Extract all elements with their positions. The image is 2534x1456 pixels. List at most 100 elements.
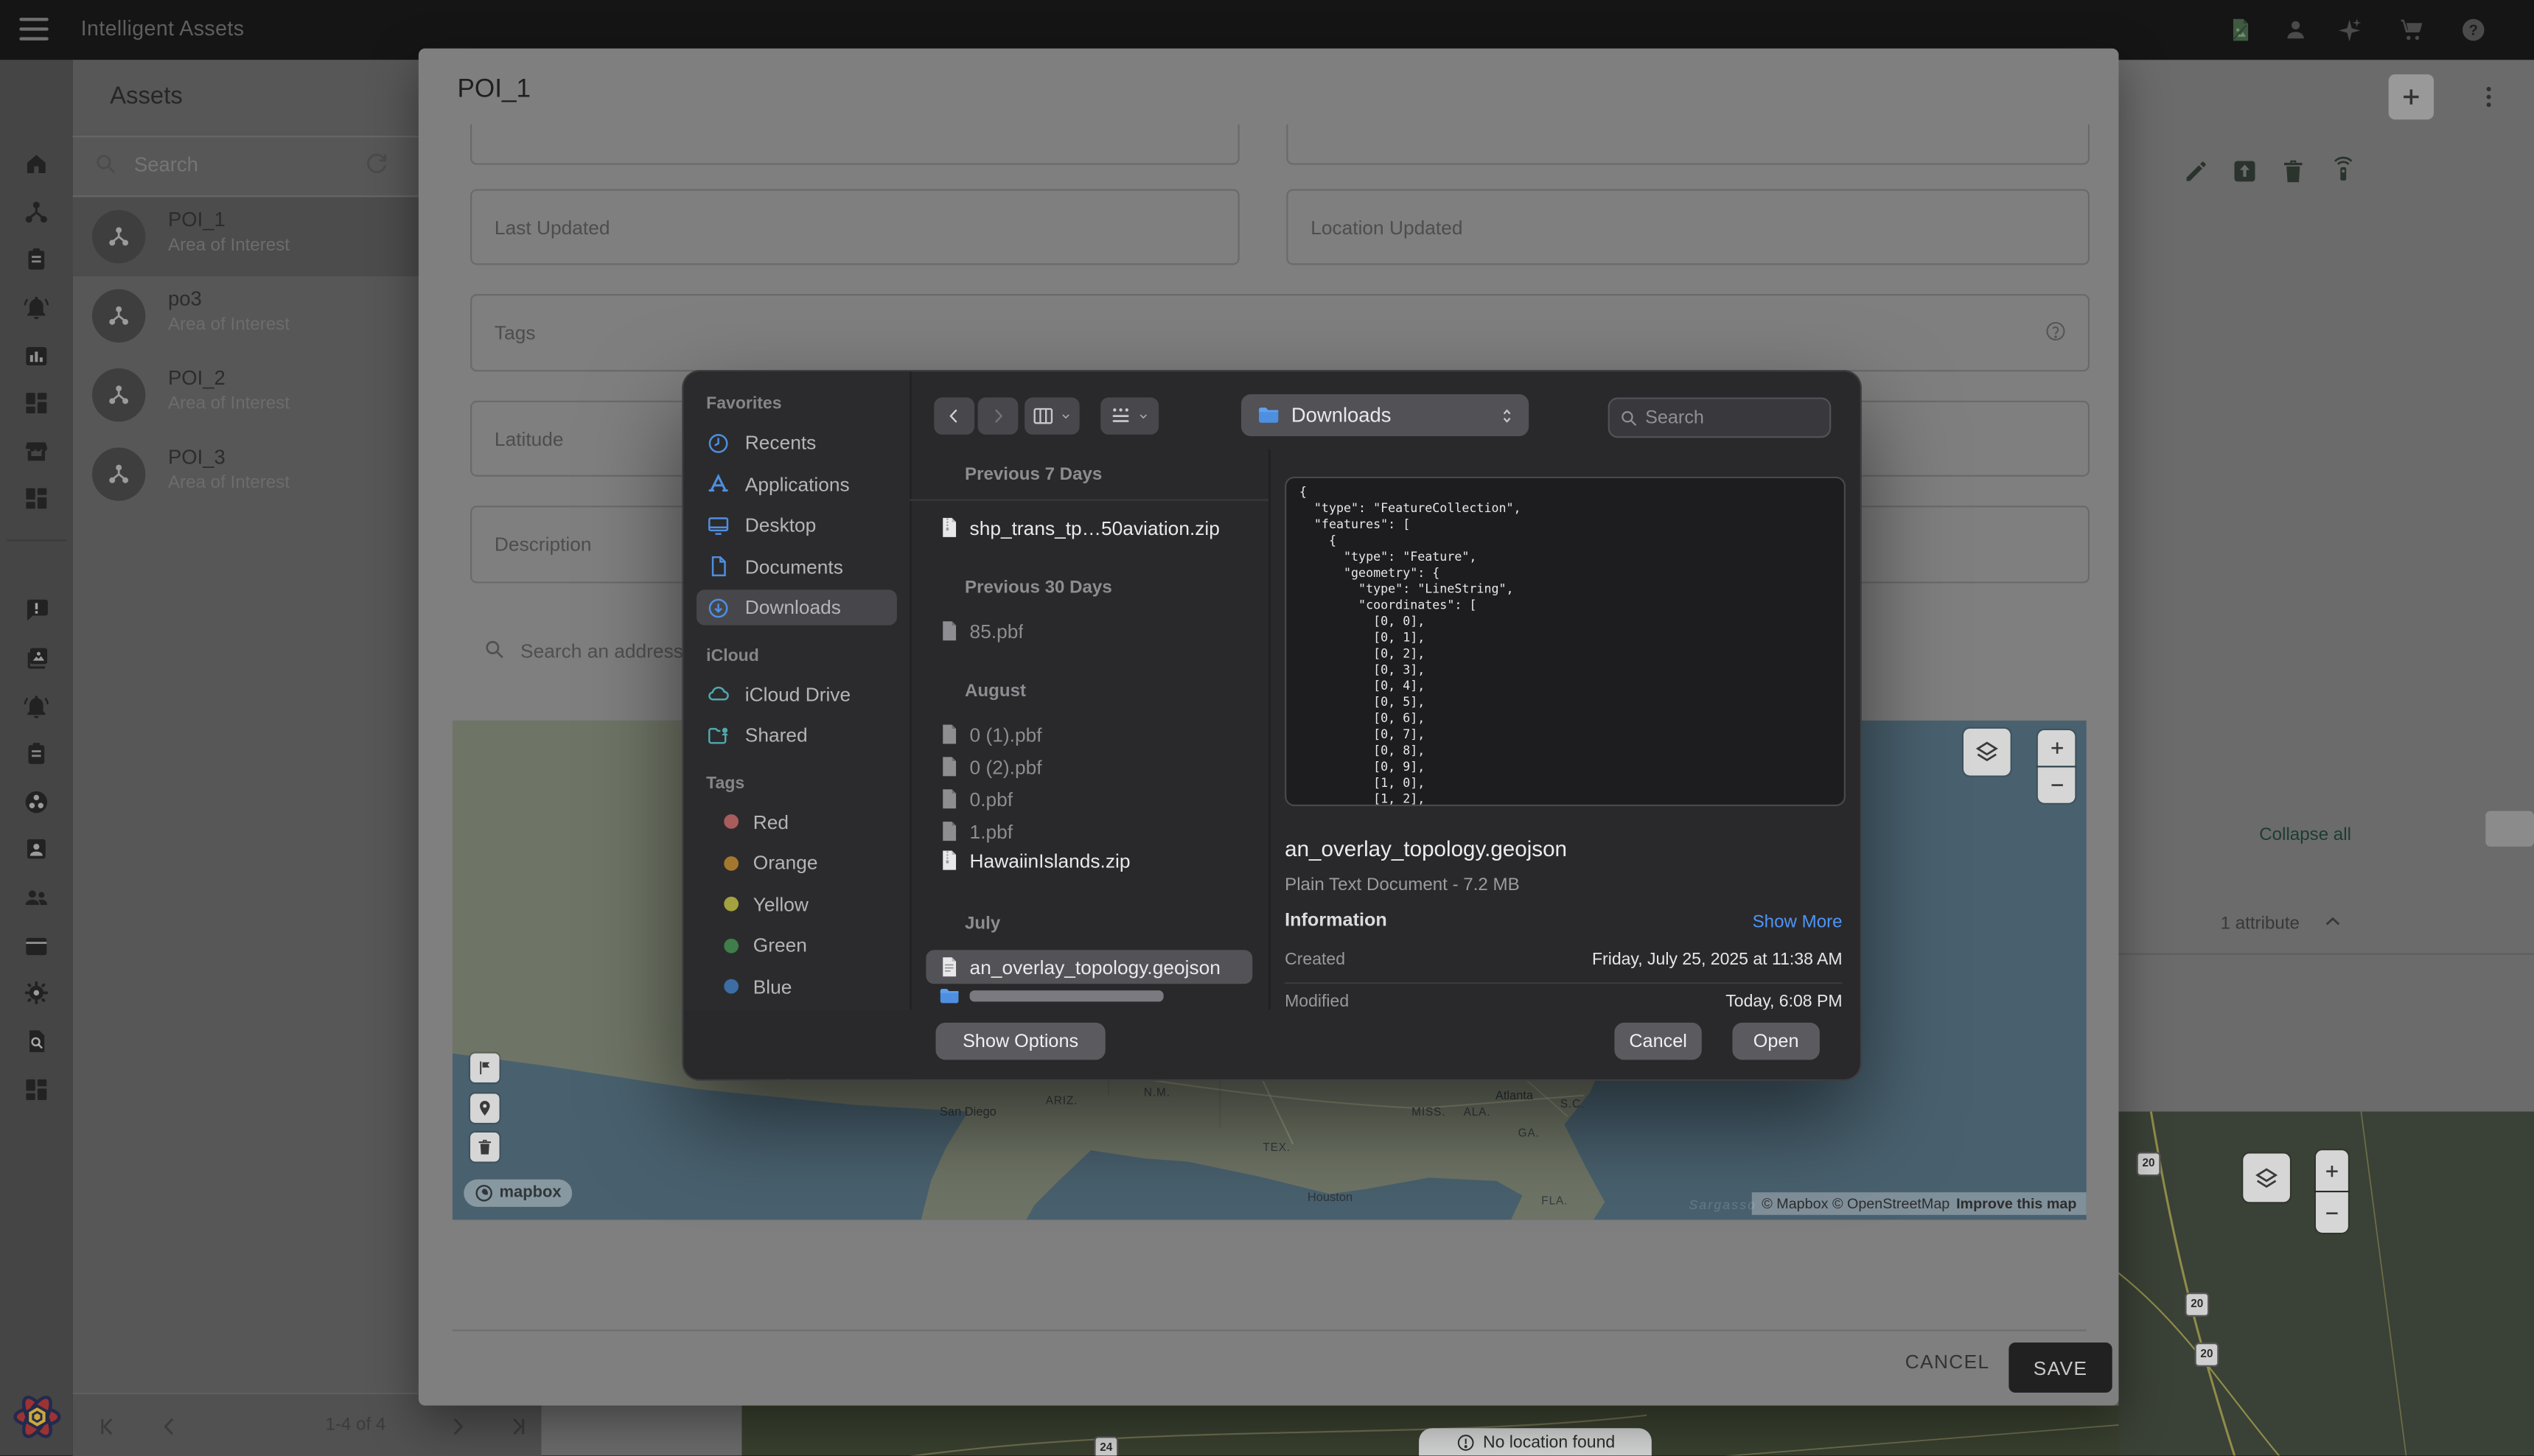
rail-store-icon[interactable] xyxy=(23,438,50,465)
upload-icon[interactable] xyxy=(2230,157,2259,186)
rail-bell-icon[interactable] xyxy=(23,693,50,721)
last-page-icon[interactable] xyxy=(504,1414,530,1440)
sidebar-item-green[interactable]: Green xyxy=(697,928,897,963)
sidebar-item-orange[interactable]: Orange xyxy=(697,845,897,881)
rail-dashboard-icon[interactable] xyxy=(23,389,50,416)
sidebar-item-desktop[interactable]: Desktop xyxy=(697,507,897,542)
help-icon[interactable]: ? xyxy=(2460,16,2487,43)
rail-bell-icon[interactable] xyxy=(23,294,50,321)
sidebar-item-downloads[interactable]: Downloads xyxy=(697,589,897,625)
rail-chat-alert-icon[interactable] xyxy=(23,596,50,623)
add-asset-button[interactable] xyxy=(2389,74,2434,119)
refresh-icon[interactable] xyxy=(363,150,389,176)
file-row[interactable]: shp_trans_tp…50aviation.zip xyxy=(926,511,1252,545)
rail-dashboard-icon[interactable] xyxy=(23,485,50,512)
sidebar-item-red[interactable]: Red xyxy=(697,804,897,839)
sidebar-item-applications[interactable]: Applications xyxy=(697,466,897,502)
rail-photo-icon[interactable] xyxy=(23,645,50,672)
collapse-all-link[interactable]: Collapse all xyxy=(2259,825,2351,844)
sidebar-item-documents[interactable]: Documents xyxy=(697,548,897,584)
dialog-cancel-button[interactable]: Cancel xyxy=(1614,1023,1701,1060)
show-more-link[interactable]: Show More xyxy=(1285,913,1842,932)
rail-webasset-icon[interactable] xyxy=(23,932,50,959)
first-icon[interactable] xyxy=(95,1414,121,1440)
rail-clipboard-icon[interactable] xyxy=(23,740,50,767)
kebab-menu-icon[interactable] xyxy=(2474,83,2503,111)
map-delete-tool[interactable] xyxy=(470,1133,499,1161)
map-zoom-out-button[interactable] xyxy=(2038,767,2075,802)
rail-groupwork-icon[interactable] xyxy=(23,788,50,816)
sidebar-item-shared[interactable]: Shared xyxy=(697,718,897,753)
asset-list-item[interactable]: po3Area of Interest xyxy=(73,276,420,355)
map-layers-button[interactable] xyxy=(2243,1154,2290,1203)
finder-search-input[interactable]: Search xyxy=(1608,397,1832,438)
assets-search-input[interactable]: Search xyxy=(73,136,420,195)
asset-list-item[interactable]: POI_2Area of Interest xyxy=(73,355,420,434)
chev-up-icon[interactable] xyxy=(2322,911,2344,933)
tags-field[interactable]: Tags xyxy=(470,294,2090,371)
asset-list-item[interactable]: POI_1Area of Interest xyxy=(73,197,420,276)
sidebar-item-yellow[interactable]: Yellow xyxy=(697,886,897,922)
previous-page-icon[interactable] xyxy=(157,1414,183,1440)
user-icon[interactable] xyxy=(2282,16,2309,43)
sensor-icon[interactable] xyxy=(2329,155,2358,183)
delete-icon[interactable] xyxy=(2279,157,2308,186)
help-icon[interactable] xyxy=(2045,320,2067,343)
show-options-button[interactable]: Show Options xyxy=(936,1023,1106,1060)
next-page-icon[interactable] xyxy=(444,1414,470,1440)
map-flag-tool[interactable] xyxy=(470,1054,499,1082)
edit-icon[interactable] xyxy=(2182,157,2210,186)
cancel-button[interactable]: CANCEL xyxy=(1902,1343,1993,1382)
map-zoom-out-button[interactable] xyxy=(2316,1192,2348,1233)
chevron-up-icon[interactable] xyxy=(2322,911,2344,933)
dialog-open-button[interactable]: Open xyxy=(1732,1023,1819,1060)
map-zoom-in-button[interactable] xyxy=(2316,1150,2348,1191)
rail-home-icon[interactable] xyxy=(23,150,50,178)
file-row[interactable]: 0.pbf xyxy=(926,782,1252,816)
cart-icon[interactable] xyxy=(2398,16,2426,43)
sparkle-icon[interactable] xyxy=(2336,16,2364,43)
export-image-icon[interactable] xyxy=(2227,16,2254,43)
save-button[interactable]: SAVE xyxy=(2008,1343,2112,1393)
rail-clipboard-icon[interactable] xyxy=(23,245,50,273)
question-icon[interactable] xyxy=(2045,320,2067,343)
upload-box-icon[interactable] xyxy=(2230,157,2259,186)
location-dropdown[interactable]: Downloads xyxy=(1241,394,1529,436)
sidebar-item-recents[interactable]: Recents xyxy=(697,425,897,461)
column-view-button[interactable] xyxy=(1025,397,1080,434)
kebab-icon[interactable] xyxy=(2474,83,2503,111)
back-button[interactable] xyxy=(934,397,974,434)
menu-icon[interactable] xyxy=(19,18,48,41)
rail-people-icon[interactable] xyxy=(23,883,50,911)
file-row[interactable]: 0 (1).pbf xyxy=(926,718,1252,752)
forward-button[interactable] xyxy=(978,397,1019,434)
map-layers-button[interactable] xyxy=(1964,729,2011,776)
file-row[interactable]: 0 (2).pbf xyxy=(926,749,1252,783)
rail-docsearch-icon[interactable] xyxy=(23,1027,50,1054)
improve-map-link[interactable]: Improve this map xyxy=(1956,1196,2076,1212)
group-view-button[interactable] xyxy=(1100,397,1159,434)
asset-list-item[interactable]: POI_3Area of Interest xyxy=(73,435,420,514)
rail-gear-icon[interactable] xyxy=(23,979,50,1007)
first-page-icon[interactable] xyxy=(95,1414,121,1440)
rail-badge-icon[interactable] xyxy=(23,836,50,863)
pencil-icon[interactable] xyxy=(2182,157,2210,186)
location-updated-field[interactable]: Location Updated xyxy=(1286,189,2090,265)
file-row[interactable]: HawaiinIslands.zip xyxy=(926,844,1252,878)
file-row[interactable]: 85.pbf xyxy=(926,614,1252,648)
refresh-icon[interactable] xyxy=(363,150,389,176)
trash-icon[interactable] xyxy=(2279,157,2308,186)
map-zoom-in-button[interactable] xyxy=(2038,730,2075,766)
clipped-field-left[interactable] xyxy=(470,125,1240,165)
rail-hub-icon[interactable] xyxy=(23,199,50,226)
sensor-icon[interactable] xyxy=(2329,155,2358,183)
sidebar-item-icloud-drive[interactable]: iCloud Drive xyxy=(697,676,897,712)
sidebar-item-blue[interactable]: Blue xyxy=(697,968,897,1004)
prev-icon[interactable] xyxy=(157,1414,183,1440)
next-icon[interactable] xyxy=(444,1414,470,1440)
last-updated-field[interactable]: Last Updated xyxy=(470,189,1240,265)
file-row-partial[interactable] xyxy=(926,979,1252,1010)
last-icon[interactable] xyxy=(504,1414,530,1440)
rail-dashboard-icon[interactable] xyxy=(23,1076,50,1103)
attribution-text[interactable]: © Mapbox © OpenStreetMap xyxy=(1762,1196,1950,1212)
